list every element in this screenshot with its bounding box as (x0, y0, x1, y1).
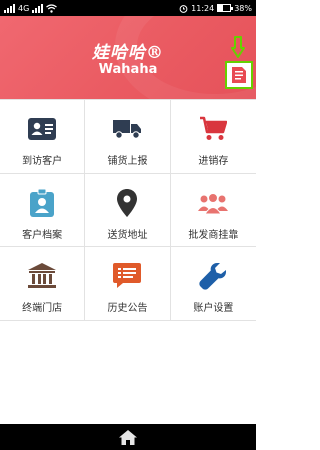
people-group-icon (196, 189, 230, 217)
customer-badge-icon (25, 188, 59, 217)
menu-item-label: 终端门店 (22, 303, 63, 315)
menu-item-inventory[interactable]: 进销存 (170, 100, 256, 174)
map-pin-icon (110, 188, 144, 217)
signal-2-icon (32, 3, 44, 13)
battery-icon (217, 4, 234, 12)
shopping-cart-icon (196, 115, 230, 143)
status-right: 11:24 38% (179, 4, 252, 13)
document-button[interactable] (225, 61, 253, 89)
menu-item-account-settings[interactable]: 账户设置 (170, 247, 256, 321)
delivery-truck-icon (110, 115, 144, 143)
status-left: 4G (4, 3, 58, 13)
contact-card-icon (25, 115, 59, 143)
home-icon (119, 429, 137, 445)
home-button[interactable] (108, 424, 148, 450)
menu-item-label: 铺货上报 (107, 156, 148, 167)
document-icon (232, 67, 246, 83)
wifi-icon (46, 3, 58, 13)
menu-item-label: 送货地址 (107, 229, 148, 241)
menu-item-terminal-store[interactable]: 终端门店 (0, 247, 86, 321)
menu-item-label: 到访客户 (22, 156, 63, 167)
announcement-icon (110, 262, 144, 290)
status-bar: 4G 11:24 38% (0, 0, 256, 16)
battery-percent: 38% (234, 3, 252, 13)
alarm-icon (179, 4, 188, 13)
menu-item-label: 进销存 (198, 156, 229, 167)
menu-item-label: 批发商挂靠 (188, 229, 239, 241)
menu-item-label: 历史公告 (107, 303, 148, 315)
menu-item-history-notices[interactable]: 历史公告 (85, 247, 171, 321)
menu-item-delivery-address[interactable]: 送货地址 (85, 173, 171, 248)
menu-item-wholesaler-link[interactable]: 批发商挂靠 (170, 173, 256, 248)
menu-item-customer-profile[interactable]: 客户档案 (0, 173, 86, 248)
store-building-icon (25, 262, 59, 290)
menu-item-label: 账户设置 (193, 303, 234, 315)
signal-icon (4, 3, 15, 13)
menu-item-distribution-report[interactable]: 铺货上报 (85, 100, 171, 174)
menu-item-label: 客户档案 (22, 229, 63, 241)
bottom-nav-bar (0, 424, 256, 450)
arrow-down-icon (231, 36, 245, 58)
function-grid: 到访客户 铺货上报 进销存 客户档案 送货地址 批发商挂靠 终端门店 历史公告 … (0, 99, 256, 321)
clock-time: 11:24 (191, 3, 215, 13)
network-type: 4G (18, 3, 30, 13)
app-header: 娃哈哈® Wahaha (0, 16, 256, 99)
menu-item-visit-customers[interactable]: 到访客户 (0, 100, 86, 174)
brand-logo-english: Wahaha (98, 62, 158, 77)
wrench-icon (196, 262, 230, 290)
brand-logo-chinese: 娃哈哈® (92, 43, 164, 63)
